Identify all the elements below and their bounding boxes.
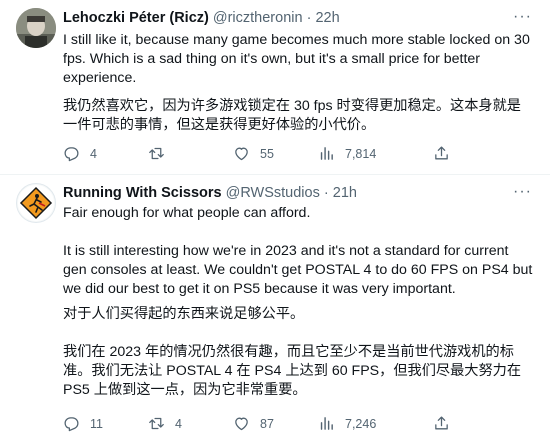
user-handle[interactable]: @RWSstudios bbox=[226, 185, 320, 201]
share-button[interactable] bbox=[433, 145, 450, 162]
tweet-1[interactable]: Lehoczki Péter (Ricz) @ricztheronin · 22… bbox=[0, 0, 550, 174]
tweet-header: Running With Scissors @RWSstudios · 21h bbox=[63, 185, 357, 201]
retweet-count: 4 bbox=[175, 416, 182, 431]
share-button[interactable] bbox=[433, 415, 450, 432]
share-icon bbox=[435, 146, 448, 160]
timestamp[interactable]: 21h bbox=[333, 185, 357, 201]
display-name[interactable]: Lehoczki Péter (Ricz) bbox=[63, 10, 209, 26]
user-handle[interactable]: @ricztheronin bbox=[213, 10, 303, 26]
display-name[interactable]: Running With Scissors bbox=[63, 185, 222, 201]
views-count: 7,814 bbox=[345, 146, 377, 161]
views-count: 7,246 bbox=[345, 416, 377, 431]
tweet-text-zh: 我仍然喜欢它，因为许多游戏锁定在 30 fps 时变得更加稳定。这本身就是一件可… bbox=[63, 98, 521, 133]
reply-count: 11 bbox=[90, 416, 103, 431]
action-bar: 4 55 7,814 bbox=[63, 145, 533, 165]
tweet-text-en: I still like it, because many game becom… bbox=[63, 32, 530, 86]
views-icon bbox=[320, 147, 333, 160]
reply-icon bbox=[64, 417, 79, 432]
retweet-button[interactable] bbox=[148, 145, 175, 162]
like-count: 87 bbox=[260, 416, 274, 431]
avatar[interactable] bbox=[16, 8, 56, 48]
separator-dot: · bbox=[306, 10, 312, 26]
views-button[interactable]: 7,246 bbox=[318, 415, 376, 432]
tweet-text-p3: 对于人们买得起的东西来说足够公平。 bbox=[63, 306, 305, 322]
reply-icon bbox=[64, 147, 79, 162]
heart-icon bbox=[235, 147, 248, 161]
tweet-text: Fair enough for what people can afford. … bbox=[63, 204, 533, 400]
tweet-header: Lehoczki Péter (Ricz) @ricztheronin · 22… bbox=[63, 10, 340, 26]
action-bar: 11 4 87 7,246 bbox=[63, 415, 533, 435]
retweet-button[interactable]: 4 bbox=[148, 415, 182, 432]
more-options-icon[interactable]: ··· bbox=[513, 183, 532, 201]
reply-count: 4 bbox=[90, 146, 97, 161]
tweet-text: I still like it, because many game becom… bbox=[63, 31, 533, 135]
tweet-text-p4: 我们在 2023 年的情况仍然很有趣，而且它至少不是当前世代游戏机的标准。我们无… bbox=[63, 344, 522, 398]
retweet-icon bbox=[149, 417, 164, 430]
separator-dot: · bbox=[323, 185, 329, 201]
timestamp[interactable]: 22h bbox=[315, 10, 339, 26]
tweet-text-p1: Fair enough for what people can afford. bbox=[63, 205, 311, 221]
tweet-text-p2: It is still interesting how we're in 202… bbox=[63, 243, 533, 297]
like-button[interactable]: 87 bbox=[233, 415, 274, 432]
views-icon bbox=[320, 417, 333, 430]
avatar[interactable] bbox=[16, 183, 56, 223]
reply-button[interactable]: 4 bbox=[63, 145, 97, 162]
more-options-icon[interactable]: ··· bbox=[513, 8, 532, 26]
share-icon bbox=[435, 416, 448, 430]
reply-button[interactable]: 11 bbox=[63, 415, 103, 432]
like-count: 55 bbox=[260, 146, 274, 161]
retweet-icon bbox=[149, 147, 164, 160]
heart-icon bbox=[235, 417, 248, 431]
tweet-2[interactable]: Running With Scissors @RWSstudios · 21h … bbox=[0, 175, 550, 438]
views-button[interactable]: 7,814 bbox=[318, 145, 376, 162]
like-button[interactable]: 55 bbox=[233, 145, 274, 162]
